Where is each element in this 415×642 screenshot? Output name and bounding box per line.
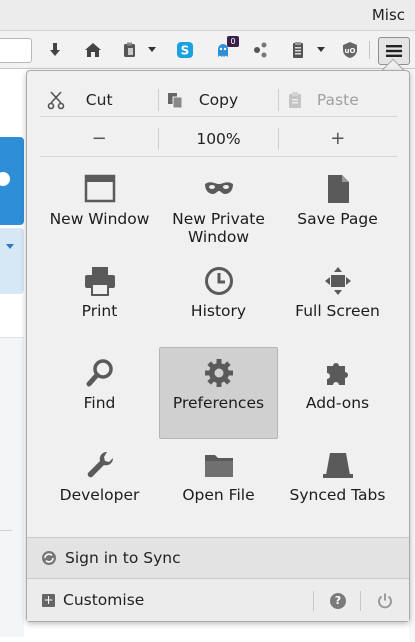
add-ons-label: Add-ons [305,394,370,412]
customise-plus-icon: + [42,592,55,607]
history-label: History [190,302,247,320]
copy-button[interactable]: Copy [159,88,277,112]
folder-icon [204,455,233,477]
puzzle-icon [326,363,348,385]
hamburger-menu-icon [386,45,402,57]
clock-icon [204,267,233,295]
paste-label: Paste [316,90,359,109]
ghostery-count-badge: 0 [227,36,239,47]
window-title: Misc [371,6,405,24]
clipboard-icon[interactable] [119,39,141,61]
main-menu-panel: Cut Copy Paste − 100% + New Window New P… [26,70,410,622]
magnifier-icon [86,359,113,387]
fullscreen-icon [324,267,351,295]
find-button[interactable]: Find [40,347,159,439]
page-dropdown-panel [0,228,24,294]
copy-label: Copy [198,90,239,109]
ublock-icon[interactable]: uO [339,39,361,61]
footer-separator [313,591,314,611]
toolbar-separator [369,41,370,59]
new-window-button[interactable]: New Window [40,163,159,255]
wrench-icon [87,451,113,478]
synced-tabs-icon [322,453,353,478]
zoom-in-button[interactable]: + [279,127,397,151]
share-icon[interactable] [250,39,272,61]
paste-button[interactable]: Paste [279,88,397,112]
zoom-controls: − 100% + [40,121,397,157]
synced-tabs-label: Synced Tabs [289,486,386,504]
add-ons-button[interactable]: Add-ons [278,347,397,439]
cut-label: Cut [85,90,113,109]
history-button[interactable]: History [159,255,278,347]
new-private-window-button[interactable]: New Private Window [159,163,278,255]
new-private-window-label: New Private Window [172,210,265,246]
sign-in-to-sync-button[interactable]: Sign in to Sync [27,537,409,579]
document-icon [327,175,349,203]
full-screen-button[interactable]: Full Screen [278,255,397,347]
printer-icon [84,267,115,296]
save-page-label: Save Page [297,210,378,228]
clipboard-list-dropdown-icon[interactable] [317,47,325,52]
mask-icon [204,182,233,194]
gear-icon [204,359,233,387]
scissors-icon [47,90,65,109]
full-screen-label: Full Screen [295,302,380,320]
quit-button[interactable] [375,591,395,611]
customise-button[interactable]: Customise [63,591,144,609]
sync-icon [42,551,56,565]
page-caret-icon [6,244,14,249]
footer-separator [360,591,361,611]
clipboard-list-icon[interactable] [287,39,309,61]
clipboard-dropdown-icon[interactable] [148,47,156,52]
preferences-button[interactable]: Preferences [159,347,278,439]
page-grey-panel [0,337,24,637]
synced-tabs-button[interactable]: Synced Tabs [278,439,397,531]
skype-icon[interactable]: S [174,39,196,61]
print-button[interactable]: Print [40,255,159,347]
power-icon [378,593,392,609]
save-page-button[interactable]: Save Page [278,163,397,255]
edit-controls: Cut Copy Paste [40,83,397,117]
developer-button[interactable]: Developer [40,439,159,531]
navigation-toolbar: S uO [0,31,415,69]
open-file-label: Open File [182,486,255,504]
home-icon[interactable] [82,39,104,61]
paste-icon [288,91,301,108]
developer-label: Developer [59,486,140,504]
menu-footer: + Customise ? [27,579,409,621]
svg-text:S: S [181,44,190,58]
zoom-out-button[interactable]: − [40,127,158,151]
url-bar[interactable] [0,38,32,63]
window-titlebar: Misc [0,0,415,31]
window-icon [84,174,115,203]
svg-text:uO: uO [345,47,356,55]
zoom-reset-button[interactable]: 100% [159,127,277,151]
download-icon[interactable] [44,39,66,61]
copy-icon [168,92,183,108]
print-label: Print [81,302,118,320]
help-button[interactable]: ? [328,591,348,611]
open-file-button[interactable]: Open File [159,439,278,531]
new-window-label: New Window [49,210,150,228]
cut-button[interactable]: Cut [40,88,158,112]
preferences-label: Preferences [172,394,265,412]
menu-item-grid: New Window New Private Window Save Page P… [40,163,397,531]
help-icon: ? [330,593,346,609]
page-divider [0,530,12,531]
find-label: Find [83,394,116,412]
sign-in-to-sync-label: Sign in to Sync [65,549,181,567]
